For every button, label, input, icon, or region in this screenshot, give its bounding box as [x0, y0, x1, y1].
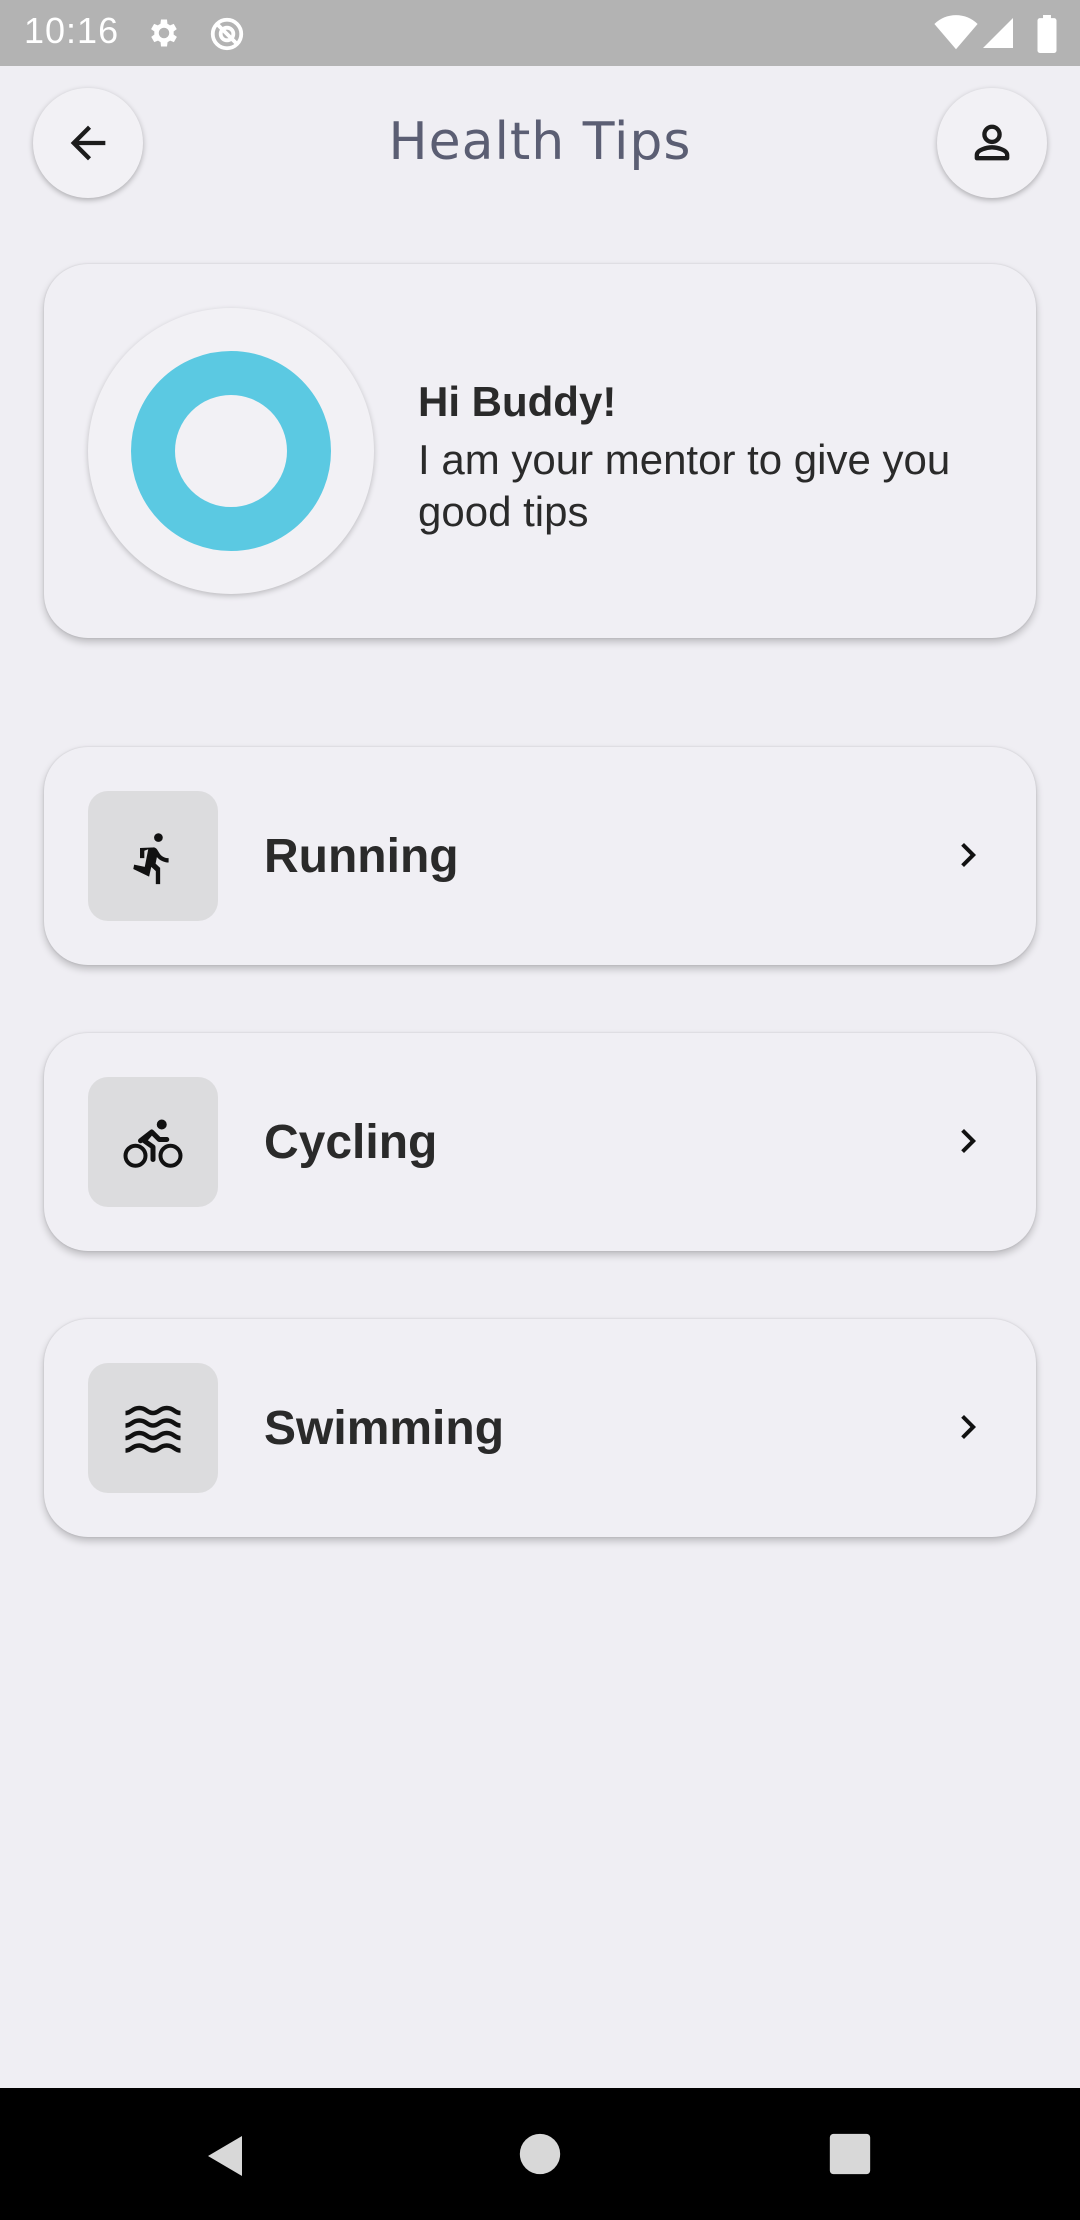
home-circle-icon[interactable]	[518, 2132, 562, 2176]
battery-icon	[1037, 15, 1057, 53]
tip-label-running: Running	[264, 830, 459, 883]
profile-button[interactable]	[937, 88, 1047, 198]
vpn-key-icon	[210, 17, 244, 51]
cycling-icon	[123, 1119, 183, 1168]
person-icon	[974, 124, 1010, 161]
chevron-right-icon	[961, 1129, 976, 1153]
tip-card-running[interactable]: Running	[44, 747, 1036, 965]
tip-card-swimming[interactable]: Swimming	[44, 1319, 1036, 1537]
tip-label-cycling: Cycling	[264, 1116, 438, 1169]
running-icon	[133, 833, 169, 885]
mentor-ring	[131, 351, 331, 551]
app-screen: Health Tips Hi Buddy! I am your mentor t…	[0, 66, 1080, 2088]
wifi-icon	[934, 15, 978, 50]
status-time: 10:16	[24, 10, 120, 51]
swimming-icon	[125, 1405, 181, 1453]
gear-icon	[151, 19, 177, 47]
tip-icon-box	[88, 1363, 218, 1493]
tip-icon-box	[88, 1077, 218, 1207]
chevron-right-icon	[961, 843, 976, 867]
mentor-avatar	[88, 308, 374, 594]
recents-square-icon[interactable]	[828, 2132, 872, 2176]
status-bar: 10:16	[0, 0, 1080, 66]
tip-label-swimming: Swimming	[264, 1402, 505, 1455]
signal-icon	[983, 18, 1013, 48]
mentor-text: Hi Buddy! I am your mentor to give you g…	[418, 376, 998, 538]
page-title: Health Tips	[388, 112, 692, 172]
tip-card-cycling[interactable]: Cycling	[44, 1033, 1036, 1251]
back-triangle-icon[interactable]	[202, 2132, 250, 2180]
navigation-bar	[0, 2088, 1080, 2220]
tip-icon-box	[88, 791, 218, 921]
chevron-right-icon	[961, 1415, 976, 1439]
mentor-message: I am your mentor to give you good tips	[418, 436, 951, 535]
mentor-greeting: Hi Buddy!	[418, 378, 617, 425]
mentor-card: Hi Buddy! I am your mentor to give you g…	[44, 264, 1036, 638]
